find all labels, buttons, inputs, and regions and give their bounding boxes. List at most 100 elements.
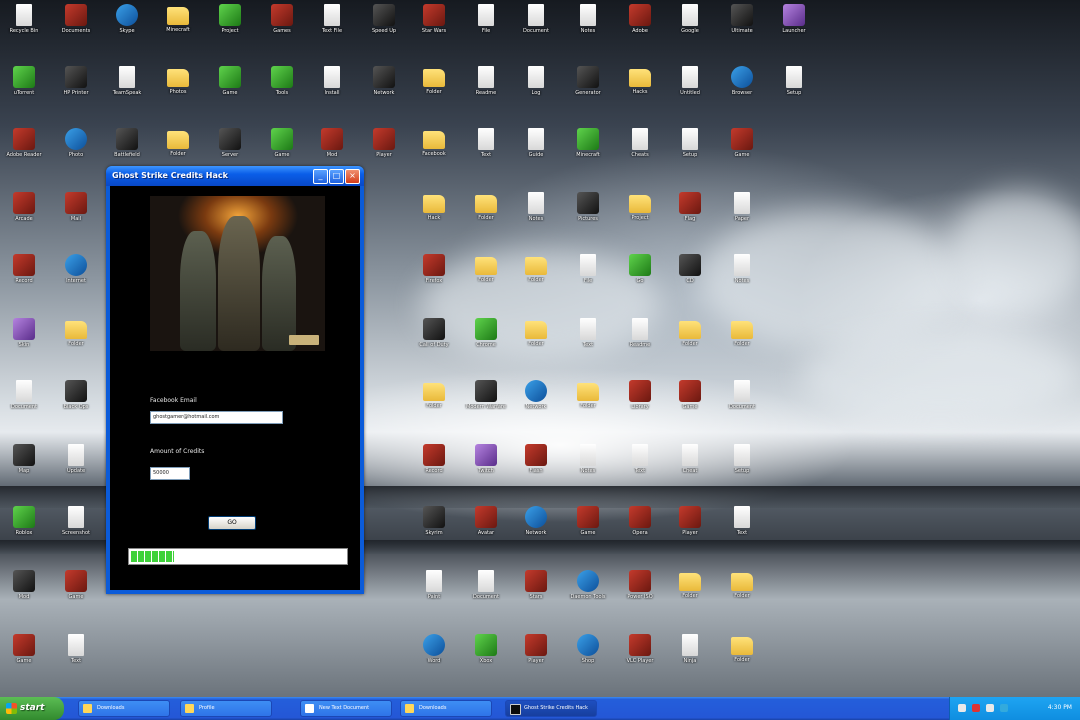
task-button[interactable]: Profile — [180, 700, 272, 717]
desktop-icon[interactable]: Black Ops — [54, 380, 98, 410]
desktop-icon[interactable]: Network — [514, 506, 558, 536]
desktop-icon[interactable]: Facebook — [412, 128, 456, 157]
desktop-icon[interactable]: Text — [54, 634, 98, 664]
desktop-icon[interactable]: Setup — [668, 128, 712, 158]
desktop-icon[interactable]: Game — [54, 570, 98, 600]
desktop-icon[interactable]: Folder — [720, 634, 764, 663]
desktop-icon[interactable]: Folder — [668, 318, 712, 347]
desktop-icon[interactable]: Notes — [566, 444, 610, 474]
desktop-icon[interactable]: Folder — [514, 254, 558, 283]
desktop-icon[interactable]: Call of Duty — [412, 318, 456, 348]
desktop-icon[interactable]: Generator — [566, 66, 610, 96]
go-button[interactable]: GO — [208, 516, 256, 530]
desktop-icon[interactable]: Skype — [105, 4, 149, 34]
desktop-icon[interactable]: Ninja — [668, 634, 712, 664]
desktop-icon[interactable]: Photo — [54, 128, 98, 158]
desktop-icon[interactable]: Game — [208, 66, 252, 96]
desktop-icon[interactable]: Update — [54, 444, 98, 474]
close-button[interactable]: × — [345, 169, 360, 184]
desktop-icon[interactable]: Setup — [772, 66, 816, 96]
desktop-icon[interactable]: Install — [310, 66, 354, 96]
desktop-icon[interactable]: Mail — [54, 192, 98, 222]
desktop-icon[interactable]: CD — [668, 254, 712, 284]
desktop-icon[interactable]: Record — [412, 444, 456, 474]
desktop-icon[interactable]: File — [566, 254, 610, 284]
desktop-icon[interactable]: VLC Player — [618, 634, 662, 664]
desktop-icon[interactable]: Go — [618, 254, 662, 284]
desktop-icon[interactable]: Game — [668, 380, 712, 410]
desktop-icon[interactable]: Folder — [514, 318, 558, 347]
desktop-icon[interactable]: Games — [260, 4, 304, 34]
desktop-icon[interactable]: Folder — [464, 254, 508, 283]
desktop-icon[interactable]: Document — [464, 570, 508, 600]
desktop-icon[interactable]: Document — [2, 380, 46, 410]
desktop-icon[interactable]: HP Printer — [54, 66, 98, 96]
task-button-active[interactable]: Ghost Strike Credits Hack — [505, 700, 597, 717]
amount-field[interactable]: 50000 — [150, 467, 190, 480]
desktop-icon[interactable]: Word — [412, 634, 456, 664]
desktop-icon[interactable]: Game — [566, 506, 610, 536]
desktop-icon[interactable]: Text File — [310, 4, 354, 34]
task-button[interactable]: Downloads — [400, 700, 492, 717]
desktop-icon[interactable]: Notes — [514, 192, 558, 222]
desktop-icon[interactable]: Player — [668, 506, 712, 536]
desktop-icon[interactable]: Daemon Tools — [566, 570, 610, 600]
security-icon[interactable] — [972, 704, 980, 712]
desktop-icon[interactable]: Cheat — [668, 444, 712, 474]
network-icon[interactable] — [986, 704, 994, 712]
desktop-icon[interactable]: Guide — [514, 128, 558, 158]
desktop-icon[interactable]: Avatar — [464, 506, 508, 536]
desktop-icon[interactable]: Cheats — [618, 128, 662, 158]
maximize-button[interactable]: □ — [329, 169, 344, 184]
desktop-icon[interactable]: Modern Warfare — [464, 380, 508, 410]
desktop-icon[interactable]: Adobe Reader — [2, 128, 46, 158]
desktop-icon[interactable]: Twitch — [464, 444, 508, 474]
task-button[interactable]: New Text Document — [300, 700, 392, 717]
desktop-icon[interactable]: Hacks — [618, 66, 662, 95]
desktop-icon[interactable]: Launcher — [772, 4, 816, 34]
desktop-icon[interactable]: Notes — [566, 4, 610, 34]
desktop-icon[interactable]: Photos — [156, 66, 200, 95]
desktop-icon[interactable]: Folder — [464, 192, 508, 221]
desktop-icon[interactable]: Readme — [464, 66, 508, 96]
desktop-icon[interactable]: Skyrim — [412, 506, 456, 536]
desktop-icon[interactable]: Paint — [412, 570, 456, 600]
desktop-icon[interactable]: uTorrent — [2, 66, 46, 96]
task-button[interactable]: Downloads — [78, 700, 170, 717]
desktop-icon[interactable]: File — [464, 4, 508, 34]
desktop-icon[interactable]: Opera — [618, 506, 662, 536]
desktop-icon[interactable]: Network — [514, 380, 558, 410]
desktop-icon[interactable]: Player — [514, 634, 558, 664]
desktop-icon[interactable]: Browser — [720, 66, 764, 96]
desktop-icon[interactable]: Project — [618, 192, 662, 221]
desktop-icon[interactable]: Record — [2, 254, 46, 284]
desktop-icon[interactable]: Screenshot — [54, 506, 98, 536]
desktop-icon[interactable]: Battlefield — [105, 128, 149, 158]
desktop-icon[interactable]: Document — [514, 4, 558, 34]
start-button[interactable]: start — [0, 697, 64, 720]
desktop-icon[interactable]: Flag — [668, 192, 712, 222]
desktop-icon[interactable]: Xbox — [464, 634, 508, 664]
desktop-icon[interactable]: Folder — [668, 570, 712, 599]
desktop-icon[interactable]: Paper — [720, 192, 764, 222]
desktop-icon[interactable]: Log — [514, 66, 558, 96]
desktop-icon[interactable]: Player — [362, 128, 406, 158]
desktop-icon[interactable]: Skin — [2, 318, 46, 348]
desktop-icon[interactable]: Game — [720, 128, 764, 158]
desktop-icon[interactable]: Text — [618, 444, 662, 474]
minimize-button[interactable]: _ — [313, 169, 328, 184]
desktop-icon[interactable]: Star Wars — [412, 4, 456, 34]
desktop-icon[interactable]: Shop — [566, 634, 610, 664]
desktop-icon[interactable]: Folder — [720, 570, 764, 599]
volume-icon[interactable] — [958, 704, 966, 712]
desktop-icon[interactable]: Chrome — [464, 318, 508, 348]
desktop-icon[interactable]: Setup — [720, 444, 764, 474]
desktop-icon[interactable]: Folder — [156, 128, 200, 157]
desktop-icon[interactable]: Recycle Bin — [2, 4, 46, 34]
desktop-icon[interactable]: Folder — [412, 380, 456, 409]
desktop-icon[interactable]: Readme — [618, 318, 662, 348]
desktop-icon[interactable]: Project — [208, 4, 252, 34]
desktop-icon[interactable]: Flash — [514, 444, 558, 474]
desktop-icon[interactable]: Adobe — [618, 4, 662, 34]
desktop-icon[interactable]: Documents — [54, 4, 98, 34]
